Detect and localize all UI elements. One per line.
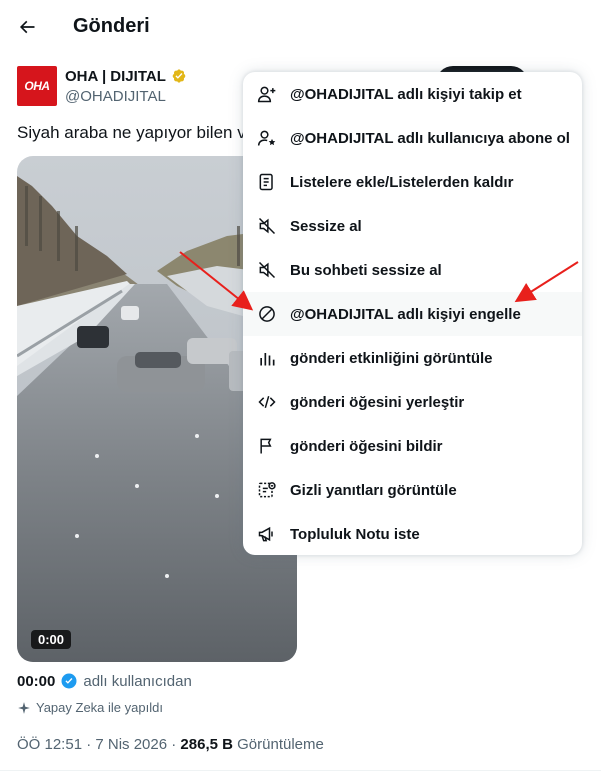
tweet-text: Siyah araba ne yapıyor bilen v <box>17 123 246 142</box>
avatar-logo-text: OHA <box>24 79 50 93</box>
tweet-meta: ÖÖ 12:51 · 7 Nis 2026 · 286,5 B Görüntül… <box>17 736 324 753</box>
back-button[interactable] <box>9 9 45 45</box>
mute-icon <box>258 217 276 235</box>
avatar[interactable]: OHA <box>17 66 57 106</box>
follow-user-icon <box>257 86 276 103</box>
menu-item-mute-conversation[interactable]: Bu sohbeti sessize al <box>243 248 582 292</box>
menu-item-label: gönderi öğesini bildir <box>290 437 443 455</box>
menu-item-hidden-replies[interactable]: Gizli yanıtları görüntüle <box>243 468 582 512</box>
subscribe-user-icon <box>257 130 276 146</box>
menu-item-label: @OHADIJITAL adlı kullanıcıya abone ol <box>290 129 570 147</box>
flag-icon <box>260 438 272 454</box>
menu-item-block[interactable]: @OHADIJITAL adlı kişiyi engelle <box>243 292 582 336</box>
embed-icon <box>258 395 276 409</box>
arrow-left-icon <box>19 20 35 34</box>
menu-item-analytics[interactable]: gönderi etkinliğini görüntüle <box>243 336 582 380</box>
menu-item-label: Bu sohbeti sessize al <box>290 261 442 279</box>
hidden-replies-icon <box>258 482 276 498</box>
sparkle-icon <box>18 701 30 714</box>
verified-badge-blue-icon <box>61 673 77 689</box>
menu-item-label: Gizli yanıtları görüntüle <box>290 481 457 499</box>
analytics-icon <box>260 353 275 366</box>
tweet-timestamp[interactable]: ÖÖ 12:51 · 7 Nis 2026 · <box>17 736 180 753</box>
author-handle[interactable]: @OHADIJITAL <box>65 88 166 105</box>
author-name-row[interactable]: OHA | DIJITAL <box>65 67 188 85</box>
divider <box>0 770 601 771</box>
ai-label-text: Yapay Zeka ile yapıldı <box>36 700 163 715</box>
menu-item-subscribe[interactable]: @OHADIJITAL adlı kullanıcıya abone ol <box>243 116 582 160</box>
menu-item-community-note[interactable]: Topluluk Notu iste <box>243 512 582 555</box>
ai-label: Yapay Zeka ile yapıldı <box>17 700 163 715</box>
author-name: OHA | DIJITAL <box>65 67 166 85</box>
menu-item-label: Sessize al <box>290 217 362 235</box>
video-time-badge: 0:00 <box>31 630 72 649</box>
menu-item-mute[interactable]: Sessize al <box>243 204 582 248</box>
list-icon <box>259 173 273 191</box>
tweet-options-menu: @OHADIJITAL adlı kişiyi takip et @OHADIJ… <box>243 72 582 555</box>
menu-item-label: gönderi öğesini yerleştir <box>290 393 465 411</box>
block-icon <box>259 306 275 322</box>
menu-item-label: @OHADIJITAL adlı kişiyi takip et <box>290 85 522 103</box>
menu-item-label: Topluluk Notu iste <box>290 525 420 543</box>
verified-badge-icon <box>172 69 186 83</box>
menu-item-label: @OHADIJITAL adlı kişiyi engelle <box>290 305 521 323</box>
view-count-label: Görüntüleme <box>232 736 324 753</box>
page-title: Gönderi <box>73 15 150 37</box>
menu-item-report[interactable]: gönderi öğesini bildir <box>243 424 582 468</box>
attribution-time: 00:00 <box>17 672 56 690</box>
menu-item-label: Listelere ekle/Listelerden kaldır <box>290 173 514 191</box>
attribution-suffix: adlı kullanıcıdan <box>83 672 192 690</box>
view-count: 286,5 B <box>180 736 233 753</box>
menu-item-embed[interactable]: gönderi öğesini yerleştir <box>243 380 582 424</box>
menu-item-lists[interactable]: Listelere ekle/Listelerden kaldır <box>243 160 582 204</box>
menu-item-label: gönderi etkinliğini görüntüle <box>290 349 493 367</box>
megaphone-icon <box>258 526 273 542</box>
menu-item-follow[interactable]: @OHADIJITAL adlı kişiyi takip et <box>243 72 582 116</box>
mute-conversation-icon <box>258 261 276 279</box>
video-attribution: 00:00 adlı kullanıcıdan <box>17 672 192 690</box>
